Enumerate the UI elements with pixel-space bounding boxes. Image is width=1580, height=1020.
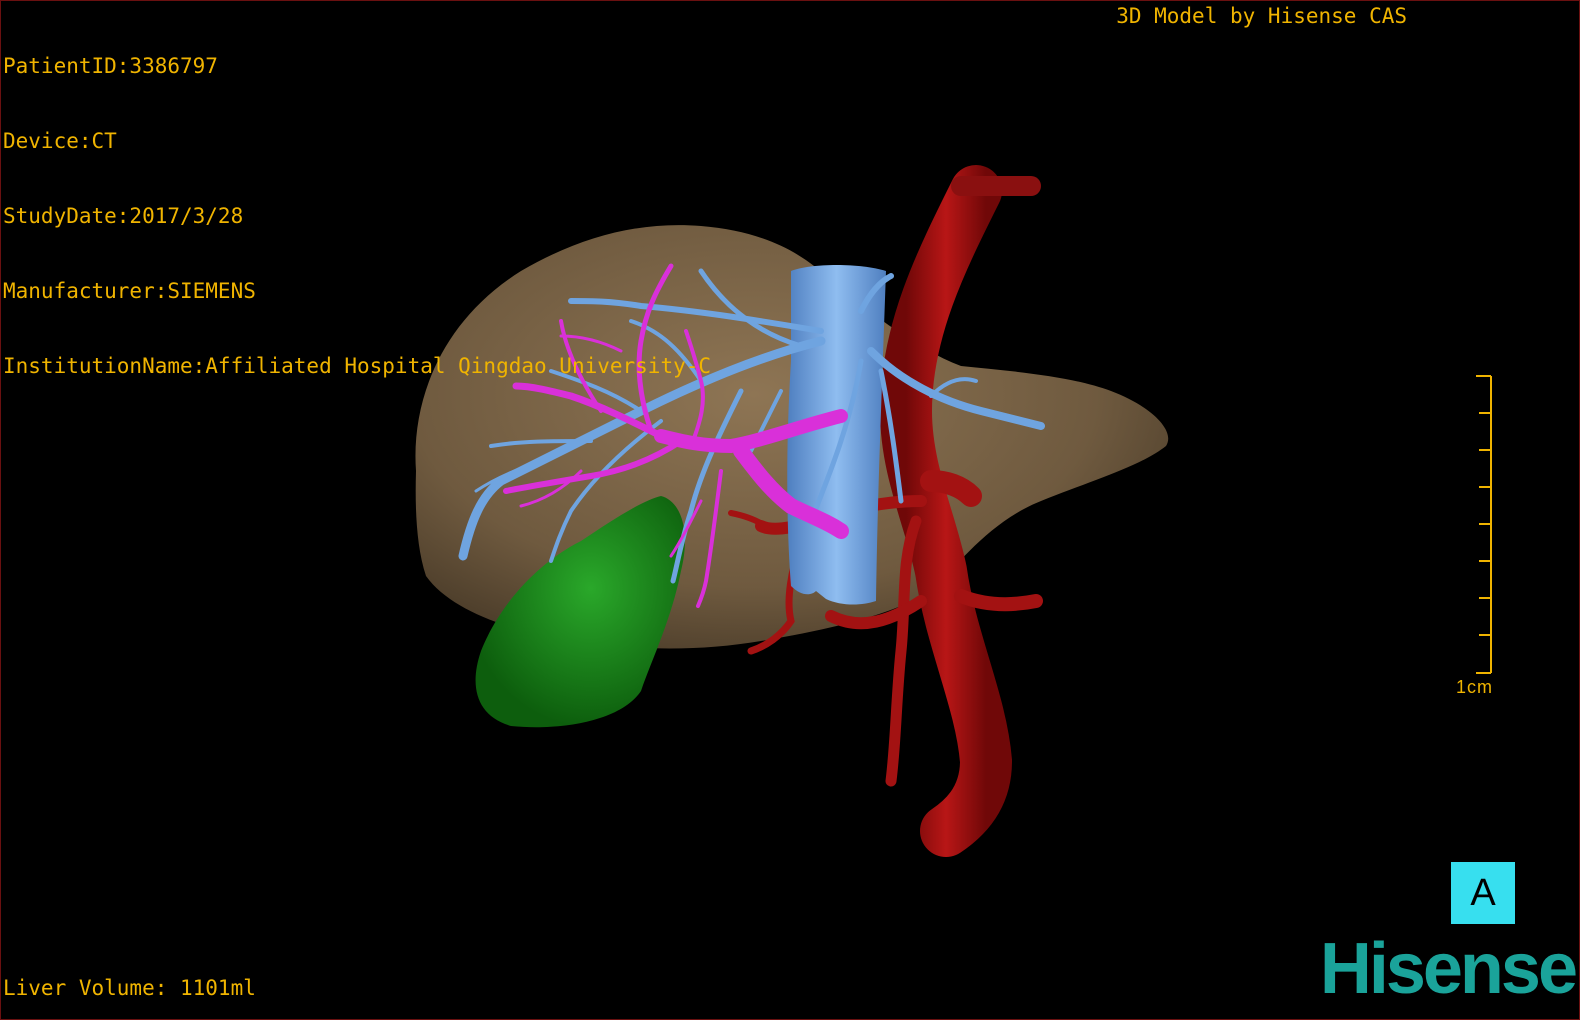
patient-id-text: PatientID:3386797: [3, 54, 218, 78]
institution-text: InstitutionName:Affiliated Hospital Qing…: [3, 354, 712, 378]
device-text: Device:CT: [3, 129, 117, 153]
liver-volume-text: Liver Volume: 1101ml: [3, 976, 256, 1000]
viewer-frame: PatientID:3386797 Device:CT StudyDate:20…: [0, 0, 1580, 1020]
dicom-info-overlay: PatientID:3386797 Device:CT StudyDate:20…: [3, 4, 711, 429]
study-date-text: StudyDate:2017/3/28: [3, 204, 244, 228]
hisense-logo: Hisense: [1319, 929, 1578, 1009]
manufacturer-text: Manufacturer:SIEMENS: [3, 279, 256, 303]
inferior-vena-cava-model: [787, 265, 886, 605]
scale-bar: [1476, 375, 1492, 674]
model-title: 3D Model by Hisense CAS: [1116, 4, 1407, 28]
orientation-indicator[interactable]: A: [1451, 862, 1515, 924]
scale-bar-label: 1cm: [1456, 677, 1494, 697]
